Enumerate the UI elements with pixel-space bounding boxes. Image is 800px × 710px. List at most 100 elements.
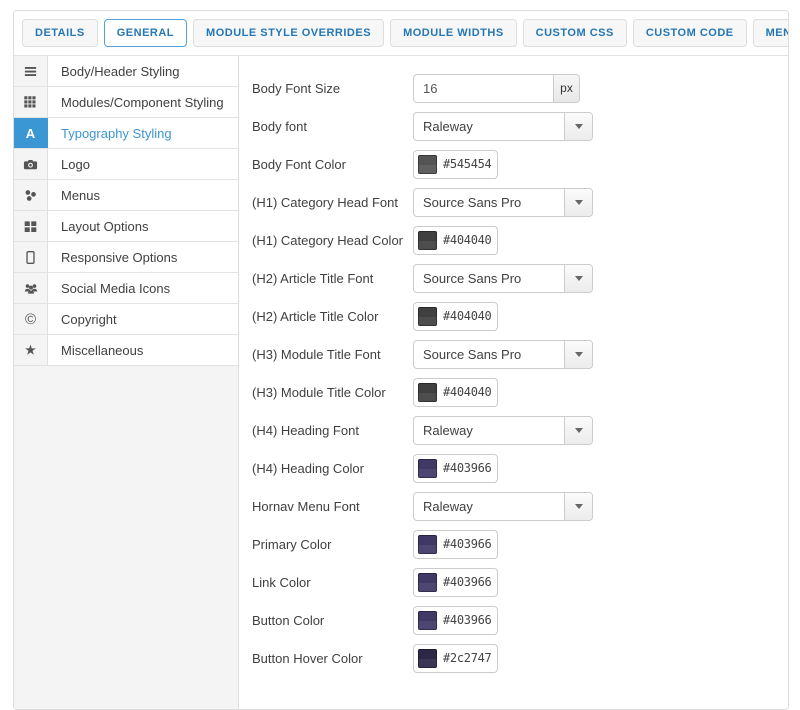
sidebar-filler	[14, 366, 238, 709]
layout-blocks-icon	[14, 211, 48, 241]
chevron-down-icon[interactable]	[564, 341, 592, 368]
sidebar-item-miscellaneous[interactable]: ★Miscellaneous	[14, 335, 238, 366]
field-label: (H3) Module Title Font	[252, 347, 413, 362]
color-swatch	[418, 535, 437, 554]
tab-general[interactable]: GENERAL	[104, 19, 187, 47]
chevron-down-icon[interactable]	[564, 417, 592, 444]
form-row-link-color: Link Color #403966	[252, 563, 788, 601]
color-hex-value: #2c2747	[443, 651, 491, 665]
field-label: (H3) Module Title Color	[252, 385, 413, 400]
link-color-field[interactable]: #403966	[413, 568, 498, 597]
form-row-hornav-menu-font: Hornav Menu FontRaleway	[252, 487, 788, 525]
copyright-icon: ©	[14, 304, 48, 334]
select-value: Raleway	[414, 493, 564, 520]
sidebar-item-label: Copyright	[48, 304, 238, 334]
body-font-size-input[interactable]	[413, 74, 553, 103]
tab-module-style-overrides[interactable]: MODULE STYLE OVERRIDES	[193, 19, 384, 47]
h4-heading-font-select[interactable]: Raleway	[413, 416, 593, 445]
chevron-down-icon[interactable]	[564, 189, 592, 216]
letter-a-icon: A	[14, 118, 48, 148]
color-hex-value: #545454	[443, 157, 491, 171]
sidebar-item-logo[interactable]: Logo	[14, 149, 238, 180]
field-label: Button Hover Color	[252, 651, 413, 666]
sidebar-item-label: Body/Header Styling	[48, 56, 238, 86]
chevron-down-icon[interactable]	[564, 113, 592, 140]
sidebar-item-layout-options[interactable]: Layout Options	[14, 211, 238, 242]
color-swatch	[418, 459, 437, 478]
sidebar-item-modules-component-styling[interactable]: Modules/Component Styling	[14, 87, 238, 118]
h3-module-title-font-select[interactable]: Source Sans Pro	[413, 340, 593, 369]
body-font-select[interactable]: Raleway	[413, 112, 593, 141]
users-icon	[14, 273, 48, 303]
h2-article-title-font-select[interactable]: Source Sans Pro	[413, 264, 593, 293]
form-row-primary-color: Primary Color #403966	[252, 525, 788, 563]
button-color-field[interactable]: #403966	[413, 606, 498, 635]
camera-icon	[14, 149, 48, 179]
form-row-h2-article-title-color: (H2) Article Title Color #404040	[252, 297, 788, 335]
mobile-icon	[14, 242, 48, 272]
color-hex-value: #403966	[443, 575, 491, 589]
color-swatch	[418, 231, 437, 250]
primary-color-field[interactable]: #403966	[413, 530, 498, 559]
select-value: Raleway	[414, 417, 564, 444]
field-label: (H1) Category Head Color	[252, 233, 413, 248]
h3-module-title-color-field[interactable]: #404040	[413, 378, 498, 407]
h4-heading-color-field[interactable]: #403966	[413, 454, 498, 483]
tab-module-widths[interactable]: MODULE WIDTHS	[390, 19, 517, 47]
h1-category-head-font-select[interactable]: Source Sans Pro	[413, 188, 593, 217]
field-label: Body font	[252, 119, 413, 134]
hamburger-icon	[14, 56, 48, 86]
h2-article-title-color-field[interactable]: #404040	[413, 302, 498, 331]
chevron-down-icon[interactable]	[564, 265, 592, 292]
color-hex-value: #404040	[443, 385, 491, 399]
form-row-button-color: Button Color#403966	[252, 601, 788, 639]
field-label: Body Font Size	[252, 81, 413, 96]
chevron-down-icon[interactable]	[564, 493, 592, 520]
sidebar-item-label: Responsive Options	[48, 242, 238, 272]
template-settings-panel: DETAILSGENERALMODULE STYLE OVERRIDESMODU…	[13, 10, 789, 710]
color-hex-value: #404040	[443, 309, 491, 323]
sidebar-item-social-media-icons[interactable]: Social Media Icons	[14, 273, 238, 304]
tab-menu-assignment[interactable]: MENU ASSIGNMENT	[753, 19, 789, 47]
cluster-icon	[14, 180, 48, 210]
sidebar-item-responsive-options[interactable]: Responsive Options	[14, 242, 238, 273]
tab-details[interactable]: DETAILS	[22, 19, 98, 47]
tab-custom-css[interactable]: CUSTOM CSS	[523, 19, 627, 47]
color-swatch	[418, 383, 437, 402]
form-row-h4-heading-font: (H4) Heading FontRaleway	[252, 411, 788, 449]
field-label: (H2) Article Title Color	[252, 309, 413, 324]
sidebar-item-menus[interactable]: Menus	[14, 180, 238, 211]
color-hex-value: #403966	[443, 537, 491, 551]
field-label: Link Color	[252, 575, 413, 590]
sidebar-item-label: Miscellaneous	[48, 335, 238, 365]
field-label: Button Color	[252, 613, 413, 628]
hornav-menu-font-select[interactable]: Raleway	[413, 492, 593, 521]
star-icon: ★	[14, 335, 48, 365]
tab-custom-code[interactable]: CUSTOM CODE	[633, 19, 747, 47]
color-swatch	[418, 155, 437, 174]
field-label: (H1) Category Head Font	[252, 195, 413, 210]
form-row-body-font-size: Body Font Sizepx	[252, 69, 788, 107]
button-hover-color-field[interactable]: #2c2747	[413, 644, 498, 673]
field-label: (H4) Heading Font	[252, 423, 413, 438]
sidebar-item-label: Layout Options	[48, 211, 238, 241]
form-row-h3-module-title-color: (H3) Module Title Color #404040	[252, 373, 788, 411]
form-row-h1-category-head-font: (H1) Category Head FontSource Sans Pro	[252, 183, 788, 221]
sidebar-item-copyright[interactable]: ©Copyright	[14, 304, 238, 335]
form-row-body-font-color: Body Font Color#545454	[252, 145, 788, 183]
h1-category-head-color-field[interactable]: #404040	[413, 226, 498, 255]
body-font-color-field[interactable]: #545454	[413, 150, 498, 179]
sidebar-item-body-header-styling[interactable]: Body/Header Styling	[14, 56, 238, 87]
sidebar-item-typography-styling[interactable]: ATypography Styling	[14, 118, 238, 149]
color-hex-value: #403966	[443, 461, 491, 475]
color-swatch	[418, 611, 437, 630]
select-value: Source Sans Pro	[414, 341, 564, 368]
form-row-h4-heading-color: (H4) Heading Color#403966	[252, 449, 788, 487]
sidebar-item-label: Modules/Component Styling	[48, 87, 238, 117]
form-row-h2-article-title-font: (H2) Article Title FontSource Sans Pro	[252, 259, 788, 297]
sidebar-nav: Body/Header StylingModules/Component Sty…	[14, 56, 239, 709]
select-value: Source Sans Pro	[414, 189, 564, 216]
form-row-h3-module-title-font: (H3) Module Title FontSource Sans Pro	[252, 335, 788, 373]
field-label: Primary Color	[252, 537, 413, 552]
form-row-h1-category-head-color: (H1) Category Head Color#404040	[252, 221, 788, 259]
